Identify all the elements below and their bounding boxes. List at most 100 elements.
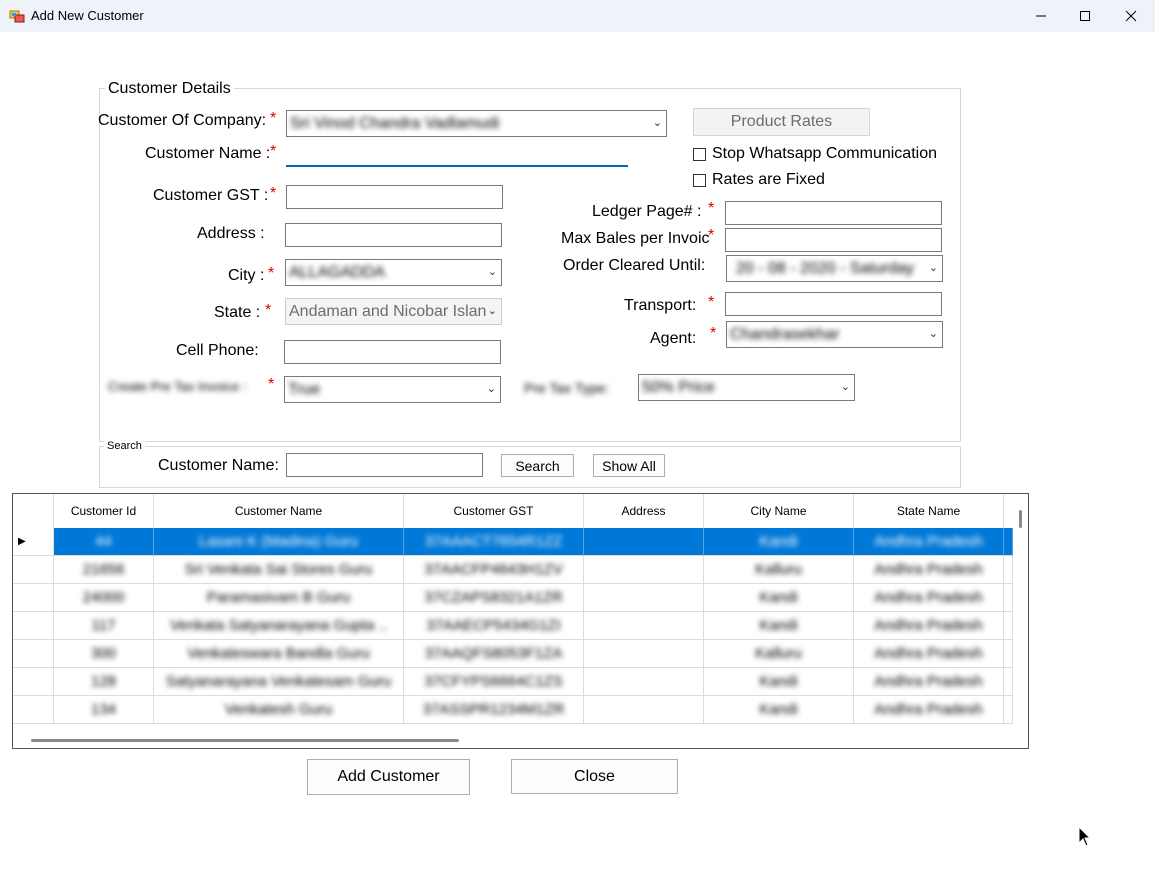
table-cell[interactable]: Kandi: [704, 696, 854, 724]
max-bales-field[interactable]: [725, 228, 942, 252]
column-header[interactable]: Customer GST: [404, 494, 584, 528]
table-cell[interactable]: [584, 528, 704, 556]
horizontal-scroll-thumb[interactable]: [31, 739, 459, 742]
minimize-button[interactable]: [1018, 0, 1064, 32]
table-row[interactable]: ▶ 44 Lasani K (Madina) Guru 37AAACT7654R1ZZ…: [13, 528, 1013, 556]
row-header[interactable]: [13, 696, 54, 724]
table-cell-filler[interactable]: [1004, 584, 1013, 612]
table-cell[interactable]: 21656: [54, 556, 154, 584]
table-cell[interactable]: Satyanarayana Venkatesam Guru: [154, 668, 404, 696]
table-row[interactable]: 21656 Sri Venkata Sai Stores Guru 37AACFP4…: [13, 556, 1013, 584]
table-cell[interactable]: Kandi: [704, 668, 854, 696]
table-cell[interactable]: [584, 640, 704, 668]
table-cell-filler[interactable]: [1004, 640, 1013, 668]
table-cell[interactable]: Venkatesh Guru: [154, 696, 404, 724]
table-cell[interactable]: 37ASSPR1234M1ZR: [404, 696, 584, 724]
table-cell[interactable]: 300: [54, 640, 154, 668]
customer-grid[interactable]: Customer Id Customer Name Customer GST A…: [12, 493, 1029, 749]
table-cell[interactable]: [584, 696, 704, 724]
column-header[interactable]: Customer Id: [54, 494, 154, 528]
horizontal-scrollbar[interactable]: [13, 732, 1013, 748]
column-header[interactable]: City Name: [704, 494, 854, 528]
pretax-invoice-combo[interactable]: True ⌄: [284, 376, 501, 403]
table-cell-filler[interactable]: [1004, 668, 1013, 696]
table-cell[interactable]: Kalluru: [704, 640, 854, 668]
company-combo[interactable]: Sri Vinod Chandra Vadlamudi ⌄: [286, 110, 667, 137]
table-cell[interactable]: Sri Venkata Sai Stores Guru: [154, 556, 404, 584]
table-cell[interactable]: 44: [54, 528, 154, 556]
close-window-button[interactable]: [1108, 0, 1154, 32]
product-rates-button[interactable]: Product Rates: [693, 108, 870, 136]
table-cell[interactable]: Kalluru: [704, 556, 854, 584]
table-cell-filler[interactable]: [1004, 556, 1013, 584]
table-cell[interactable]: [584, 584, 704, 612]
table-cell[interactable]: Andhra Pradesh: [854, 528, 1004, 556]
table-cell[interactable]: 37CFYPS6664C1ZS: [404, 668, 584, 696]
ledger-page-field[interactable]: [725, 201, 942, 225]
row-header[interactable]: [13, 668, 54, 696]
search-button[interactable]: Search: [501, 454, 574, 477]
table-cell[interactable]: Andhra Pradesh: [854, 668, 1004, 696]
column-header[interactable]: Address: [584, 494, 704, 528]
table-cell[interactable]: Venkateswara Bandla Guru: [154, 640, 404, 668]
transport-field[interactable]: [725, 292, 942, 316]
table-cell[interactable]: 37AACFP4643H1ZV: [404, 556, 584, 584]
table-row[interactable]: 24000 Paramasivam B Guru 37CZAPS8321A1ZR Ka…: [13, 584, 1013, 612]
table-cell[interactable]: 117: [54, 612, 154, 640]
table-cell[interactable]: [584, 612, 704, 640]
table-row[interactable]: 300 Venkateswara Bandla Guru 37AAQFS8053F1…: [13, 640, 1013, 668]
row-header[interactable]: ▶: [13, 528, 54, 556]
address-field[interactable]: [285, 223, 502, 247]
table-cell[interactable]: Paramasivam B Guru: [154, 584, 404, 612]
column-header[interactable]: State Name: [854, 494, 1004, 528]
table-cell-filler[interactable]: [1004, 528, 1013, 556]
table-cell[interactable]: Andhra Pradesh: [854, 696, 1004, 724]
table-cell[interactable]: Andhra Pradesh: [854, 612, 1004, 640]
table-cell[interactable]: Lasani K (Madina) Guru: [154, 528, 404, 556]
table-cell[interactable]: 37AAECP5434G1ZI: [404, 612, 584, 640]
table-cell[interactable]: Kandi: [704, 612, 854, 640]
cell-phone-field[interactable]: [284, 340, 501, 364]
row-header[interactable]: [13, 556, 54, 584]
state-combo[interactable]: Andaman and Nicobar Islan ⌄: [285, 298, 502, 325]
agent-combo[interactable]: Chandrasekhar ⌄: [726, 321, 943, 348]
table-cell[interactable]: [584, 556, 704, 584]
table-cell[interactable]: Kandi: [704, 528, 854, 556]
table-cell[interactable]: 128: [54, 668, 154, 696]
title-bar[interactable]: Add New Customer: [0, 0, 1155, 32]
table-cell-filler[interactable]: [1004, 612, 1013, 640]
table-cell[interactable]: Venkata Satyanarayana Gupta ..: [154, 612, 404, 640]
row-header[interactable]: [13, 612, 54, 640]
vertical-scrollbar[interactable]: [1013, 494, 1028, 732]
search-input[interactable]: [286, 453, 483, 477]
table-row[interactable]: 128 Satyanarayana Venkatesam Guru 37CFYPS6…: [13, 668, 1013, 696]
stop-whatsapp-checkbox[interactable]: [693, 148, 706, 161]
table-cell[interactable]: 134: [54, 696, 154, 724]
maximize-button[interactable]: [1062, 0, 1108, 32]
table-cell[interactable]: Kandi: [704, 584, 854, 612]
table-cell[interactable]: 37AAQFS8053F1ZA: [404, 640, 584, 668]
customer-gst-field[interactable]: [286, 185, 503, 209]
table-cell[interactable]: 37AAACT7654R1ZZ: [404, 528, 584, 556]
table-cell[interactable]: 24000: [54, 584, 154, 612]
table-cell[interactable]: [584, 668, 704, 696]
table-cell[interactable]: Andhra Pradesh: [854, 640, 1004, 668]
show-all-button[interactable]: Show All: [593, 454, 665, 477]
table-cell[interactable]: 37CZAPS8321A1ZR: [404, 584, 584, 612]
order-cleared-datepicker[interactable]: 20 - 08 - 2020 - Saturday ⌄: [726, 255, 943, 282]
rates-fixed-checkbox[interactable]: [693, 174, 706, 187]
row-header[interactable]: [13, 584, 54, 612]
table-cell[interactable]: Andhra Pradesh: [854, 556, 1004, 584]
city-combo[interactable]: ALLAGADDA ⌄: [285, 259, 502, 286]
table-row[interactable]: 134 Venkatesh Guru 37ASSPR1234M1ZR Kandi And…: [13, 696, 1013, 724]
column-header[interactable]: Customer Name: [154, 494, 404, 528]
row-header[interactable]: [13, 640, 54, 668]
customer-name-field[interactable]: [286, 143, 628, 167]
vertical-scroll-thumb[interactable]: [1019, 510, 1022, 528]
table-cell[interactable]: Andhra Pradesh: [854, 584, 1004, 612]
close-button[interactable]: Close: [511, 759, 678, 794]
add-customer-button[interactable]: Add Customer: [307, 759, 470, 795]
table-row[interactable]: 117 Venkata Satyanarayana Gupta .. 37AAECP…: [13, 612, 1013, 640]
table-cell-filler[interactable]: [1004, 696, 1013, 724]
pretax-type-combo[interactable]: 50% Price ⌄: [638, 374, 855, 401]
